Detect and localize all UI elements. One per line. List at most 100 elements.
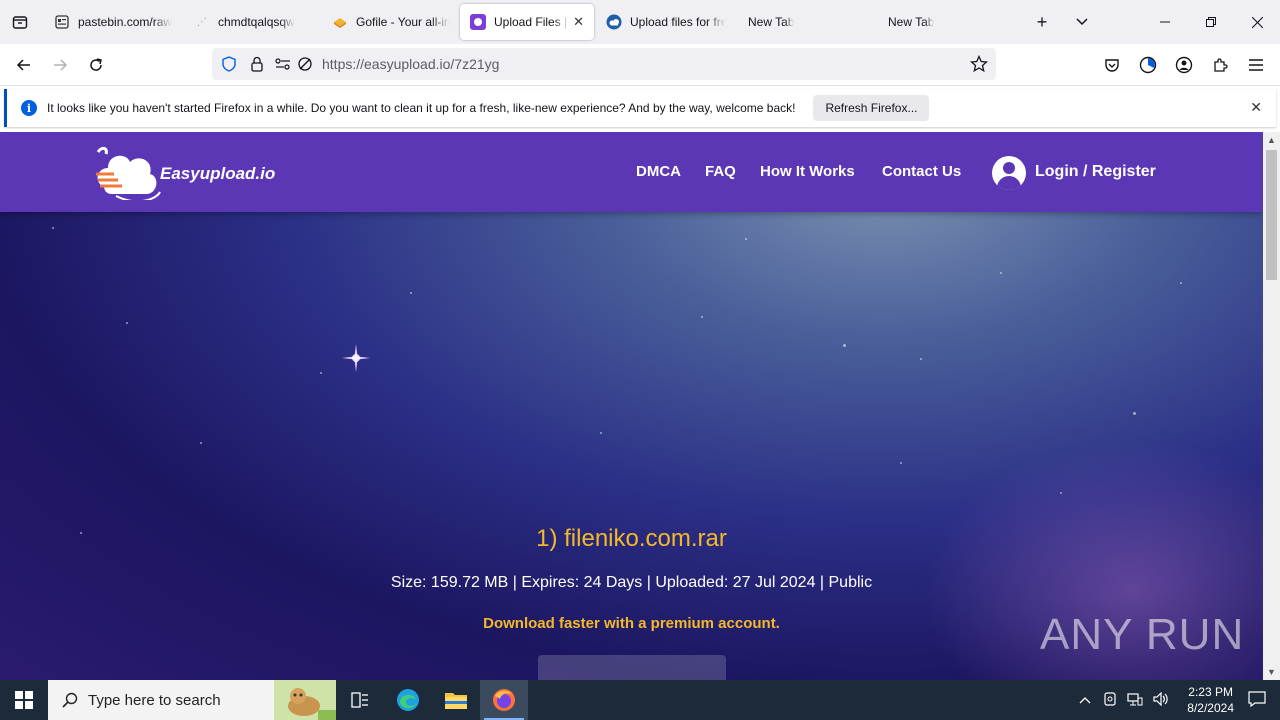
tab-pastebin[interactable]: pastebin.com/raw: [44, 4, 184, 40]
info-icon: i: [21, 100, 37, 116]
search-icon: [62, 692, 78, 708]
chevron-down-icon: [1076, 18, 1088, 26]
minimize-button[interactable]: [1142, 0, 1188, 44]
tab-title: New Tab: [748, 15, 795, 29]
start-button[interactable]: [0, 680, 48, 720]
puzzle-icon: [1214, 58, 1228, 72]
nav-dmca-link[interactable]: DMCA: [636, 163, 681, 180]
page-content: Easyupload.io DMCA FAQ How It Works Cont…: [0, 132, 1263, 680]
arrow-left-icon: [16, 59, 30, 71]
pocket-icon: [1105, 59, 1119, 72]
lock-icon[interactable]: [248, 55, 266, 73]
close-notification-icon[interactable]: ✕: [1250, 99, 1262, 116]
tab-gofile[interactable]: Gofile - Your all-in: [322, 4, 460, 40]
close-tab-icon[interactable]: ✕: [573, 14, 584, 30]
search-placeholder: Type here to search: [88, 691, 221, 709]
pocket-button[interactable]: [1096, 49, 1128, 81]
tab-easyupload[interactable]: Upload Files | Fr ✕: [460, 4, 594, 40]
user-avatar-icon[interactable]: [992, 156, 1026, 190]
file-name-title: 1) fileniko.com.rar: [536, 525, 727, 552]
new-tab-button[interactable]: +: [1022, 0, 1062, 44]
account-button[interactable]: [1168, 49, 1200, 81]
firefox-taskbar-button[interactable]: [480, 680, 528, 720]
url-bar[interactable]: https://easyupload.io/7z21yg: [212, 48, 996, 80]
account-icon: [1175, 56, 1193, 74]
easyupload-favicon-icon: [470, 14, 486, 30]
device-icon[interactable]: [1103, 691, 1117, 709]
restore-button[interactable]: [1188, 0, 1234, 44]
navigation-toolbar: https://easyupload.io/7z21yg: [0, 44, 1280, 86]
tab-title: Upload files for fre: [630, 15, 726, 29]
edge-taskbar-button[interactable]: [384, 680, 432, 720]
anyrun-watermark: ANY RUN: [1040, 610, 1244, 660]
sync-button[interactable]: [1132, 49, 1164, 81]
sparkle-star-icon: [342, 344, 370, 372]
camera-blocked-icon[interactable]: [296, 55, 314, 73]
pastebin-favicon-icon: [54, 14, 70, 30]
close-icon: [1251, 16, 1263, 28]
app-menu-button[interactable]: [1240, 49, 1272, 81]
watermark-text: ANY RUN: [1040, 610, 1245, 659]
edge-icon: [397, 689, 419, 711]
reload-icon: [90, 58, 102, 71]
windows-logo-icon: [15, 691, 33, 709]
notification-center-icon[interactable]: [1248, 690, 1266, 710]
back-button[interactable]: [8, 49, 40, 81]
tab-chmdtqalqsqw[interactable]: ⋰ chmdtqalqsqw: [184, 4, 322, 40]
site-header: Easyupload.io DMCA FAQ How It Works Cont…: [0, 132, 1263, 212]
reload-button[interactable]: [80, 49, 112, 81]
file-meta-info: Size: 159.72 MB | Expires: 24 Days | Upl…: [390, 574, 873, 591]
refresh-firefox-button[interactable]: Refresh Firefox...: [813, 95, 930, 121]
loading-icon: ⋰: [197, 16, 207, 28]
tab-title: chmdtqalqsqw: [218, 15, 295, 29]
tab-new-2[interactable]: New Tab: [876, 4, 1016, 40]
firefox-icon: [493, 689, 515, 711]
firefox-view-button[interactable]: [0, 0, 40, 44]
nav-faq-link[interactable]: FAQ: [705, 163, 736, 180]
tracking-protection-shield-icon[interactable]: [220, 55, 238, 73]
timer-icon: [1139, 56, 1157, 74]
task-view-button[interactable]: [336, 680, 384, 720]
tab-title: New Tab: [888, 15, 935, 29]
search-highlight-image: [274, 680, 336, 720]
plus-icon: +: [1036, 11, 1048, 32]
tab-strip: pastebin.com/raw ⋰ chmdtqalqsqw Gofile -…: [0, 0, 1280, 44]
tab-upload-files[interactable]: Upload files for fre: [596, 4, 736, 40]
taskbar-clock[interactable]: 2:23 PM 8/2/2024: [1187, 684, 1234, 716]
windows-taskbar: Type here to search 2:23 PM 8/2/2024: [0, 680, 1280, 720]
list-all-tabs-button[interactable]: [1062, 0, 1102, 44]
cloud-logo-icon: [96, 146, 161, 200]
cloud-favicon-icon: [606, 14, 622, 30]
show-hidden-icons-icon[interactable]: [1079, 693, 1091, 707]
task-view-icon: [351, 692, 368, 708]
system-tray: 2:23 PM 8/2/2024: [1079, 680, 1280, 720]
scroll-up-icon[interactable]: ▲: [1263, 132, 1280, 148]
download-button[interactable]: [538, 655, 726, 680]
network-icon[interactable]: [1127, 692, 1143, 709]
scroll-thumb[interactable]: [1266, 150, 1277, 280]
bookmark-star-icon[interactable]: [970, 55, 988, 73]
forward-button[interactable]: [44, 49, 76, 81]
extensions-button[interactable]: [1204, 49, 1236, 81]
tab-title: Upload Files | Fr: [494, 15, 569, 29]
taskbar-search-box[interactable]: Type here to search: [48, 680, 336, 720]
arrow-right-icon: [54, 59, 68, 71]
restore-icon: [1206, 17, 1216, 27]
nav-how-it-works-link[interactable]: How It Works: [760, 163, 855, 180]
tab-title: Gofile - Your all-in: [356, 15, 450, 29]
notification-message: It looks like you haven't started Firefo…: [47, 101, 796, 115]
close-window-button[interactable]: [1234, 0, 1280, 44]
page-scrollbar[interactable]: ▲ ▼: [1263, 132, 1280, 680]
site-logo[interactable]: Easyupload.io: [96, 146, 286, 200]
volume-icon[interactable]: [1153, 691, 1171, 709]
logo-text: Easyupload.io: [160, 164, 276, 183]
scroll-down-icon[interactable]: ▼: [1263, 664, 1280, 680]
refresh-firefox-notification: i It looks like you haven't started Fire…: [4, 89, 1276, 127]
tab-title: pastebin.com/raw: [78, 15, 173, 29]
file-explorer-taskbar-button[interactable]: [432, 680, 480, 720]
nav-contact-link[interactable]: Contact Us: [882, 163, 961, 180]
login-register-link[interactable]: Login / Register: [1035, 163, 1156, 181]
url-text[interactable]: https://easyupload.io/7z21yg: [322, 56, 499, 72]
permissions-icon[interactable]: [274, 55, 292, 73]
tab-new-1[interactable]: New Tab: [736, 4, 876, 40]
